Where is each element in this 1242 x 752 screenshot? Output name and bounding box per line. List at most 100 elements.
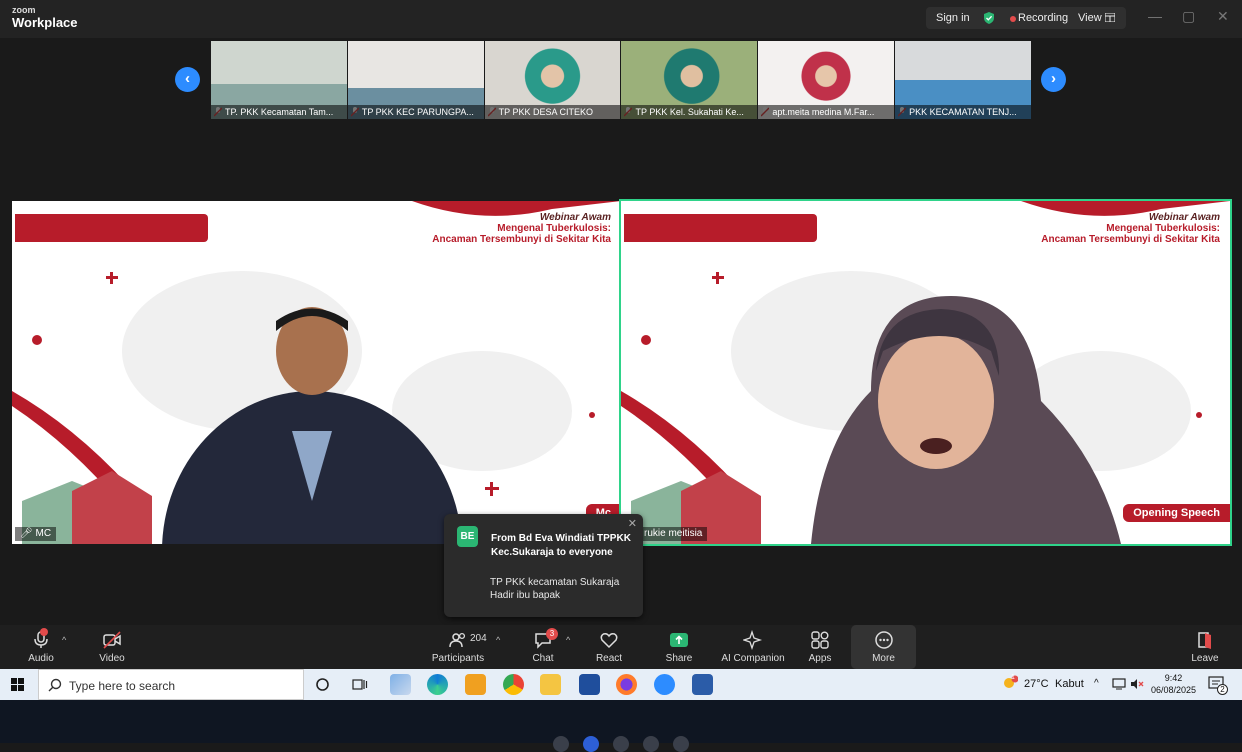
slide-background (12, 201, 621, 544)
participant-name-label: rukie meitisia (639, 527, 708, 541)
network-icon[interactable] (1112, 678, 1126, 690)
ai-companion-button[interactable]: AI Companion (720, 625, 786, 669)
maximize-icon[interactable]: ▢ (1182, 8, 1195, 25)
slide-title-line3: Ancaman Tersembunyi di Sekitar Kita (432, 234, 611, 245)
zoom-logo: zoom Workplace (12, 6, 78, 30)
participants-button[interactable]: Participants (430, 625, 486, 669)
video-off-icon (103, 631, 121, 649)
meeting-status-bar: Sign in Recording View (926, 7, 1126, 29)
audio-options-caret[interactable]: ^ (62, 635, 66, 645)
previous-page-button[interactable]: ‹ (175, 67, 200, 92)
sign-in-button[interactable]: Sign in (936, 12, 970, 24)
grid-icon (1105, 13, 1115, 22)
firefox-icon[interactable] (616, 674, 637, 695)
sponsor-logos-banner (624, 214, 817, 242)
shield-icon[interactable] (982, 11, 996, 25)
chat-label: Chat (532, 653, 554, 664)
participant-name-label: 🎤︎ MC (15, 527, 57, 541)
page-indicator-dot-active[interactable] (583, 736, 599, 752)
chat-message-line: TP PKK kecamatan Sukaraja (490, 577, 620, 588)
apps-label: Apps (808, 653, 832, 664)
weather-desc: Kabut (1055, 678, 1084, 690)
muted-indicator (40, 628, 48, 636)
sender-avatar: BE (457, 526, 478, 547)
edge-browser-icon[interactable] (427, 674, 448, 695)
video-tile-mc[interactable]: Webinar Awam Mengenal Tuberkulosis: Anca… (12, 201, 621, 544)
slide-title-line2: Mengenal Tuberkulosis: (1106, 223, 1220, 234)
chat-notification[interactable]: BE From Bd Eva Windiati TPPKK Kec.Sukara… (444, 514, 643, 617)
participant-name: TP PKK Kel. Sukahati Ke... (621, 105, 758, 119)
video-tile-active-speaker[interactable]: Webinar Awam Mengenal Tuberkulosis: Anca… (619, 199, 1232, 546)
chrome-icon[interactable] (503, 674, 524, 695)
chat-sender: From Bd Eva Windiati TPPKK Kec.Sukaraja … (491, 533, 631, 558)
share-button[interactable]: Share (663, 625, 695, 669)
weather-temp: 27°C (1024, 678, 1049, 690)
view-button[interactable]: View (1078, 12, 1102, 24)
title-bar: zoom Workplace Sign in Recording View — … (0, 0, 1242, 38)
participant-thumbnail[interactable]: TP PKK DESA CITEKO (484, 41, 621, 119)
role-tag: Opening Speech (1123, 504, 1230, 522)
leave-button[interactable]: Leave (1190, 625, 1220, 669)
slide-background (621, 201, 1230, 544)
heart-icon (600, 633, 618, 649)
slide-title-line2: Mengenal Tuberkulosis: (497, 223, 611, 234)
store-icon[interactable] (579, 674, 600, 695)
apps-icon (811, 631, 829, 649)
page-indicator-dot[interactable] (673, 736, 689, 752)
participant-thumbnail[interactable]: apt.meita medina M.Far... (758, 41, 895, 119)
participants-options-caret[interactable]: ^ (496, 635, 500, 645)
recording-dot-icon (1010, 16, 1016, 22)
page-indicator-dot[interactable] (553, 736, 569, 752)
participant-thumbnail[interactable]: TP PKK KEC PARUNGPA... (347, 41, 484, 119)
react-label: React (595, 653, 623, 664)
next-page-button[interactable]: › (1041, 67, 1066, 92)
participant-name: TP PKK KEC PARUNGPA... (347, 105, 484, 119)
volume-muted-icon[interactable] (1130, 678, 1144, 690)
tray-overflow-chevron-icon[interactable]: ^ (1094, 678, 1099, 689)
participants-icon (449, 632, 466, 648)
mic-icon: 🎤︎ (20, 528, 36, 539)
page-indicator-dot[interactable] (643, 736, 659, 752)
recording-indicator[interactable]: Recording (1018, 12, 1068, 24)
weather-icon[interactable] (1002, 675, 1018, 691)
app-orange-icon[interactable] (465, 674, 486, 695)
participant-thumbnail[interactable]: TP PKK Kel. Sukahati Ke... (621, 41, 758, 119)
system-clock[interactable]: 9:42 06/08/2025 (1151, 672, 1196, 696)
file-explorer-icon[interactable] (540, 674, 561, 695)
ai-companion-label: AI Companion (721, 653, 785, 664)
task-view-icon[interactable] (352, 677, 368, 692)
word-icon[interactable] (692, 674, 713, 695)
more-label: More (872, 653, 895, 664)
video-label: Video (99, 653, 125, 664)
react-button[interactable]: React (594, 625, 624, 669)
slide-title: Webinar Awam Mengenal Tuberkulosis: Anca… (1041, 212, 1220, 245)
leave-label: Leave (1191, 653, 1219, 664)
clock-time: 9:42 (1164, 673, 1183, 683)
share-screen-icon (670, 633, 688, 647)
weather-badge: 1 (1011, 674, 1015, 681)
chat-message-line: Hadir ibu bapak (490, 590, 561, 601)
app-pinned-icon[interactable] (390, 674, 411, 695)
participant-thumbnail[interactable]: PKK KECAMATAN TENJ... (895, 41, 1031, 119)
close-window-icon[interactable]: ✕ (1217, 8, 1229, 25)
windows-start-icon[interactable] (11, 678, 24, 691)
participant-name: apt.meita medina M.Far... (758, 105, 895, 119)
participant-name: TP. PKK Kecamatan Tam... (211, 105, 347, 119)
slide-title: Webinar Awam Mengenal Tuberkulosis: Anca… (432, 212, 611, 245)
more-button[interactable]: More (851, 625, 916, 669)
participant-name: MC (35, 528, 52, 539)
clock-date: 06/08/2025 (1151, 685, 1197, 695)
taskbar-search[interactable]: Type here to search (38, 669, 304, 700)
chat-unread-badge: 3 (546, 628, 558, 640)
slide-title-line1: Webinar Awam (1148, 212, 1220, 223)
participant-thumbnail[interactable]: TP. PKK Kecamatan Tam... (211, 41, 347, 119)
close-notification-icon[interactable]: ✕ (628, 517, 637, 530)
minimize-icon[interactable]: — (1148, 8, 1162, 24)
apps-button[interactable]: Apps (806, 625, 834, 669)
video-button[interactable]: Video (96, 625, 128, 669)
chat-options-caret[interactable]: ^ (566, 635, 570, 645)
zoom-app-icon[interactable] (654, 674, 675, 695)
page-indicator-dot[interactable] (613, 736, 629, 752)
slide-title-line3: Ancaman Tersembunyi di Sekitar Kita (1041, 234, 1220, 245)
cortana-icon[interactable] (315, 677, 330, 692)
